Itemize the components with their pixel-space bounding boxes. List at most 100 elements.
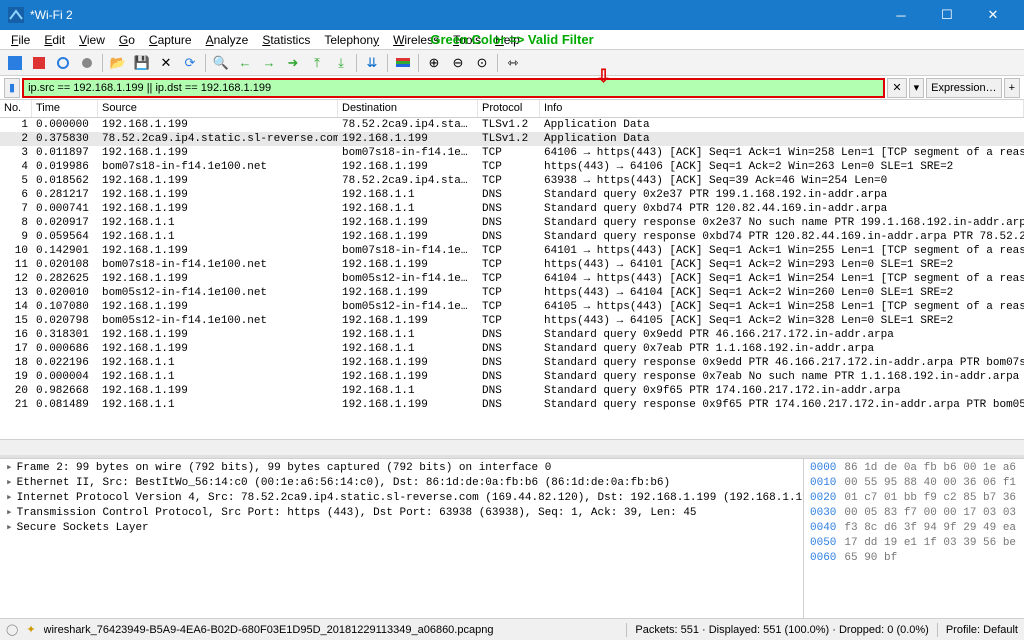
go-first-icon[interactable]: ⤒: [306, 52, 328, 74]
menu-view[interactable]: View: [72, 31, 112, 49]
table-row[interactable]: 140.107080192.168.1.199bom05s12-in-f14.1…: [0, 300, 1024, 314]
status-packets: Packets: 551 · Displayed: 551 (100.0%) ·…: [635, 624, 928, 636]
reload-file-icon[interactable]: ⟳: [179, 52, 201, 74]
table-row[interactable]: 20.37583078.52.2ca9.ip4.static.sl-revers…: [0, 132, 1024, 146]
table-row[interactable]: 120.282625192.168.1.199bom05s12-in-f14.1…: [0, 272, 1024, 286]
col-protocol[interactable]: Protocol: [478, 100, 540, 117]
titlebar: *Wi-Fi 2 ─ ☐ ✕: [0, 0, 1024, 30]
zoom-out-icon[interactable]: ⊖: [447, 52, 469, 74]
status-profile[interactable]: Profile: Default: [946, 624, 1018, 636]
go-forward-icon[interactable]: →: [258, 52, 280, 74]
menu-go[interactable]: Go: [112, 31, 142, 49]
stop-capture-icon[interactable]: [28, 52, 50, 74]
close-button[interactable]: ✕: [970, 0, 1016, 30]
go-last-icon[interactable]: ⤓: [330, 52, 352, 74]
col-destination[interactable]: Destination: [338, 100, 478, 117]
zoom-in-icon[interactable]: ⊕: [423, 52, 445, 74]
tree-node[interactable]: ▸Frame 2: 99 bytes on wire (792 bits), 9…: [6, 461, 797, 476]
table-row[interactable]: 30.011897192.168.1.199bom07s18-in-f14.1e…: [0, 146, 1024, 160]
hex-row[interactable]: 0040f3 8c d6 3f 94 9f 29 49 ea: [810, 521, 1018, 536]
hex-row[interactable]: 001000 55 95 88 40 00 36 06 f1: [810, 476, 1018, 491]
save-file-icon[interactable]: 💾: [131, 52, 153, 74]
table-row[interactable]: 130.020010bom05s12-in-f14.1e100.net192.1…: [0, 286, 1024, 300]
table-row[interactable]: 80.020917192.168.1.1192.168.1.199DNSStan…: [0, 216, 1024, 230]
colorize-icon[interactable]: [392, 52, 414, 74]
table-row[interactable]: 170.000686192.168.1.199192.168.1.1DNSSta…: [0, 342, 1024, 356]
statusbar: ◯ ✦ wireshark_76423949-B5A9-4EA6-B02D-68…: [0, 618, 1024, 640]
resize-columns-icon[interactable]: ⇿: [502, 52, 524, 74]
table-row[interactable]: 10.000000192.168.1.19978.52.2ca9.ip4.sta…: [0, 118, 1024, 132]
menu-analyze[interactable]: Analyze: [199, 31, 256, 49]
menu-telephony[interactable]: Telephony: [317, 31, 386, 49]
capture-options-icon[interactable]: [76, 52, 98, 74]
start-capture-icon[interactable]: [4, 52, 26, 74]
tree-node[interactable]: ▸Transmission Control Protocol, Src Port…: [6, 506, 797, 521]
filter-clear-icon[interactable]: ✕: [887, 78, 906, 98]
table-row[interactable]: 40.019986bom07s18-in-f14.1e100.net192.16…: [0, 160, 1024, 174]
go-to-packet-icon[interactable]: ➜: [282, 52, 304, 74]
packet-list-pane[interactable]: 10.000000192.168.1.19978.52.2ca9.ip4.sta…: [0, 118, 1024, 439]
filter-expression-button[interactable]: Expression…: [926, 78, 1001, 98]
table-row[interactable]: 50.018562192.168.1.19978.52.2ca9.ip4.sta…: [0, 174, 1024, 188]
window-title: *Wi-Fi 2: [30, 8, 878, 22]
find-packet-icon[interactable]: 🔍: [210, 52, 232, 74]
tree-node[interactable]: ▸Secure Sockets Layer: [6, 521, 797, 536]
filter-add-button[interactable]: +: [1004, 78, 1020, 98]
table-row[interactable]: 200.982668192.168.1.199192.168.1.1DNSSta…: [0, 384, 1024, 398]
filter-bookmark-icon[interactable]: ▮: [4, 78, 20, 98]
menu-edit[interactable]: Edit: [37, 31, 72, 49]
table-row[interactable]: 100.142901192.168.1.199bom07s18-in-f14.1…: [0, 244, 1024, 258]
table-row[interactable]: 190.000004192.168.1.1192.168.1.199DNSSta…: [0, 370, 1024, 384]
hex-row[interactable]: 005017 dd 19 e1 1f 03 39 56 be: [810, 536, 1018, 551]
annotation-red-arrow-icon: ⇩: [596, 66, 611, 87]
tree-node[interactable]: ▸Internet Protocol Version 4, Src: 78.52…: [6, 491, 797, 506]
open-file-icon[interactable]: 📂: [107, 52, 129, 74]
minimize-button[interactable]: ─: [878, 0, 924, 30]
restart-capture-icon[interactable]: [52, 52, 74, 74]
hex-row[interactable]: 006065 90 bf: [810, 551, 1018, 566]
table-row[interactable]: 180.022196192.168.1.1192.168.1.199DNSSta…: [0, 356, 1024, 370]
menubar: File Edit View Go Capture Analyze Statis…: [0, 30, 1024, 50]
detail-panes: ▸Frame 2: 99 bytes on wire (792 bits), 9…: [0, 458, 1024, 618]
main-toolbar: 📂 💾 ✕ ⟳ 🔍 ← → ➜ ⤒ ⤓ ⇊ ⊕ ⊖ ⊙ ⇿ ⇩: [0, 50, 1024, 76]
expand-icon[interactable]: ▸: [6, 462, 13, 474]
table-row[interactable]: 150.020798bom05s12-in-f14.1e100.net192.1…: [0, 314, 1024, 328]
expand-icon[interactable]: ▸: [6, 507, 13, 519]
maximize-button[interactable]: ☐: [924, 0, 970, 30]
expand-icon[interactable]: ▸: [6, 522, 13, 534]
menu-statistics[interactable]: Statistics: [255, 31, 317, 49]
zoom-reset-icon[interactable]: ⊙: [471, 52, 493, 74]
table-row[interactable]: 210.081489192.168.1.1192.168.1.199DNSSta…: [0, 398, 1024, 412]
filter-apply-icon[interactable]: ▾: [909, 78, 925, 98]
table-row[interactable]: 110.020108bom07s18-in-f14.1e100.net192.1…: [0, 258, 1024, 272]
hex-row[interactable]: 000086 1d de 0a fb b6 00 1e a6: [810, 461, 1018, 476]
col-info[interactable]: Info: [540, 100, 1024, 117]
menu-file[interactable]: File: [4, 31, 37, 49]
status-capture-icon[interactable]: ✦: [26, 623, 35, 636]
packet-bytes-pane[interactable]: 000086 1d de 0a fb b6 00 1e a6001000 55 …: [804, 459, 1024, 618]
table-row[interactable]: 90.059564192.168.1.1192.168.1.199DNSStan…: [0, 230, 1024, 244]
display-filter-input[interactable]: [28, 82, 879, 94]
horizontal-scrollbar[interactable]: [0, 439, 1024, 455]
display-filter-input-wrap: [22, 78, 885, 98]
status-hint-icon[interactable]: ◯: [6, 623, 18, 636]
col-time[interactable]: Time: [32, 100, 98, 117]
status-file: wireshark_76423949-B5A9-4EA6-B02D-680F03…: [44, 624, 619, 636]
table-row[interactable]: 60.281217192.168.1.199192.168.1.1DNSStan…: [0, 188, 1024, 202]
hex-row[interactable]: 002001 c7 01 bb f9 c2 85 b7 36: [810, 491, 1018, 506]
packet-details-pane[interactable]: ▸Frame 2: 99 bytes on wire (792 bits), 9…: [0, 459, 804, 618]
tree-node[interactable]: ▸Ethernet II, Src: BestItWo_56:14:c0 (00…: [6, 476, 797, 491]
auto-scroll-icon[interactable]: ⇊: [361, 52, 383, 74]
app-icon: [8, 7, 24, 23]
col-no[interactable]: No.: [0, 100, 32, 117]
hex-row[interactable]: 003000 05 83 f7 00 00 17 03 03: [810, 506, 1018, 521]
col-source[interactable]: Source: [98, 100, 338, 117]
table-row[interactable]: 70.000741192.168.1.199192.168.1.1DNSStan…: [0, 202, 1024, 216]
expand-icon[interactable]: ▸: [6, 477, 13, 489]
close-file-icon[interactable]: ✕: [155, 52, 177, 74]
annotation-valid-filter: Green Color => Valid Filter: [430, 32, 593, 47]
menu-capture[interactable]: Capture: [142, 31, 199, 49]
table-row[interactable]: 160.318301192.168.1.199192.168.1.1DNSSta…: [0, 328, 1024, 342]
go-back-icon[interactable]: ←: [234, 52, 256, 74]
expand-icon[interactable]: ▸: [6, 492, 13, 504]
